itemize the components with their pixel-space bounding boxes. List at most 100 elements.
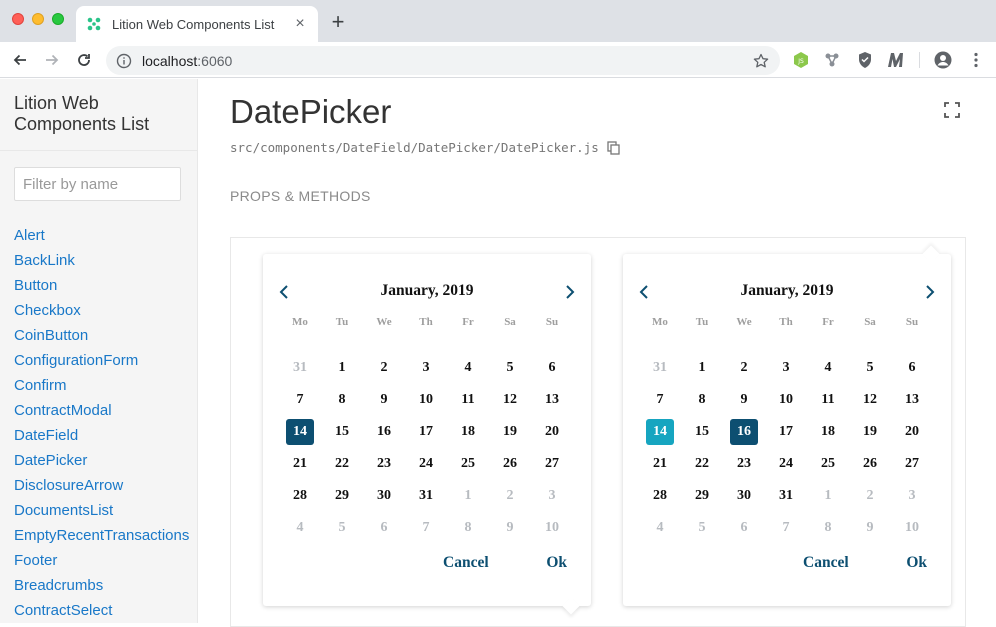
day-cell[interactable]: 4 [639,512,681,544]
day-cell[interactable]: 8 [321,384,363,416]
day-cell[interactable]: 9 [723,384,765,416]
day-cell[interactable]: 31 [279,352,321,384]
day-cell[interactable]: 18 [447,416,489,448]
day-cell[interactable]: 3 [765,352,807,384]
sidebar-item-disclosurearrow[interactable]: DisclosureArrow [14,473,189,498]
day-cell[interactable]: 17 [765,416,807,448]
day-cell[interactable]: 21 [639,448,681,480]
day-cell[interactable]: 15 [321,416,363,448]
day-cell[interactable]: 10 [891,512,933,544]
day-cell[interactable]: 4 [807,352,849,384]
day-cell[interactable]: 1 [681,352,723,384]
day-cell[interactable]: 28 [279,480,321,512]
sidebar-item-confirm[interactable]: Confirm [14,373,189,398]
day-cell[interactable]: 31 [639,352,681,384]
day-cell[interactable]: 11 [447,384,489,416]
day-cell[interactable]: 7 [405,512,447,544]
day-cell[interactable]: 23 [723,448,765,480]
day-cell[interactable]: 3 [891,480,933,512]
day-cell[interactable]: 10 [765,384,807,416]
day-cell[interactable]: 19 [849,416,891,448]
day-cell[interactable]: 4 [447,352,489,384]
day-cell[interactable]: 5 [489,352,531,384]
day-cell[interactable]: 12 [489,384,531,416]
day-cell[interactable]: 9 [849,512,891,544]
address-bar[interactable]: localhost:6060 [106,46,780,75]
window-minimize-button[interactable] [32,13,44,25]
day-cell[interactable]: 1 [447,480,489,512]
fullscreen-icon[interactable] [943,101,961,119]
day-cell[interactable]: 22 [321,448,363,480]
site-info-icon[interactable] [116,53,132,69]
day-cell[interactable]: 15 [681,416,723,448]
day-cell[interactable]: 2 [489,480,531,512]
day-cell[interactable]: 22 [681,448,723,480]
forward-button[interactable] [40,48,64,72]
day-cell[interactable]: 21 [279,448,321,480]
day-cell-today[interactable]: 14 [639,416,681,448]
sidebar-item-contractselect[interactable]: ContractSelect [14,598,189,623]
day-cell[interactable]: 1 [807,480,849,512]
copy-icon[interactable] [607,140,621,155]
sidebar-item-datepicker[interactable]: DatePicker [14,448,189,473]
day-cell[interactable]: 6 [363,512,405,544]
sidebar-item-contractmodal[interactable]: ContractModal [14,398,189,423]
cancel-button[interactable]: Cancel [443,554,489,572]
day-cell[interactable]: 31 [405,480,447,512]
day-cell[interactable]: 13 [531,384,573,416]
day-cell[interactable]: 6 [531,352,573,384]
day-cell[interactable]: 6 [723,512,765,544]
day-cell[interactable]: 27 [531,448,573,480]
day-cell[interactable]: 24 [765,448,807,480]
nodejs-extension-icon[interactable]: JS [791,50,811,70]
day-cell[interactable]: 28 [639,480,681,512]
day-cell[interactable]: 17 [405,416,447,448]
sidebar-item-datefield[interactable]: DateField [14,423,189,448]
day-cell[interactable]: 7 [639,384,681,416]
day-cell[interactable]: 7 [279,384,321,416]
day-cell[interactable]: 2 [723,352,765,384]
puzzle-extension-icon[interactable] [822,50,842,70]
day-cell[interactable]: 8 [447,512,489,544]
day-cell[interactable]: 8 [681,384,723,416]
day-cell[interactable]: 31 [765,480,807,512]
sidebar-item-footer[interactable]: Footer [14,548,189,573]
sidebar-item-alert[interactable]: Alert [14,223,189,248]
sidebar-item-emptyrecenttransactions[interactable]: EmptyRecentTransactions [14,523,189,548]
day-cell[interactable]: 23 [363,448,405,480]
sidebar-item-checkbox[interactable]: Checkbox [14,298,189,323]
sidebar-item-button[interactable]: Button [14,273,189,298]
day-cell[interactable]: 18 [807,416,849,448]
day-cell[interactable]: 16 [363,416,405,448]
day-cell[interactable]: 25 [447,448,489,480]
day-cell[interactable]: 3 [531,480,573,512]
cancel-button[interactable]: Cancel [803,554,849,572]
sidebar-item-documentslist[interactable]: DocumentsList [14,498,189,523]
day-cell[interactable]: 6 [891,352,933,384]
day-cell[interactable]: 12 [849,384,891,416]
day-cell[interactable]: 1 [321,352,363,384]
props-methods-toggle[interactable]: PROPS & METHODS [230,188,371,204]
day-cell[interactable]: 11 [807,384,849,416]
day-cell[interactable]: 30 [723,480,765,512]
day-cell[interactable]: 2 [849,480,891,512]
day-cell[interactable]: 9 [363,384,405,416]
shield-extension-icon[interactable] [855,50,875,70]
day-cell[interactable]: 24 [405,448,447,480]
day-cell[interactable]: 29 [321,480,363,512]
m-extension-icon[interactable] [886,50,906,70]
day-cell[interactable]: 26 [849,448,891,480]
sidebar-item-coinbutton[interactable]: CoinButton [14,323,189,348]
day-cell[interactable]: 5 [849,352,891,384]
day-cell[interactable]: 29 [681,480,723,512]
day-cell[interactable]: 27 [891,448,933,480]
day-cell[interactable]: 8 [807,512,849,544]
day-cell[interactable]: 7 [765,512,807,544]
day-cell-selected[interactable]: 14 [279,416,321,448]
ok-button[interactable]: Ok [906,554,927,572]
back-button[interactable] [8,48,32,72]
bookmark-star-icon[interactable] [752,52,770,70]
next-month-icon[interactable] [921,283,939,301]
day-cell[interactable]: 4 [279,512,321,544]
browser-menu-icon[interactable] [966,50,986,70]
